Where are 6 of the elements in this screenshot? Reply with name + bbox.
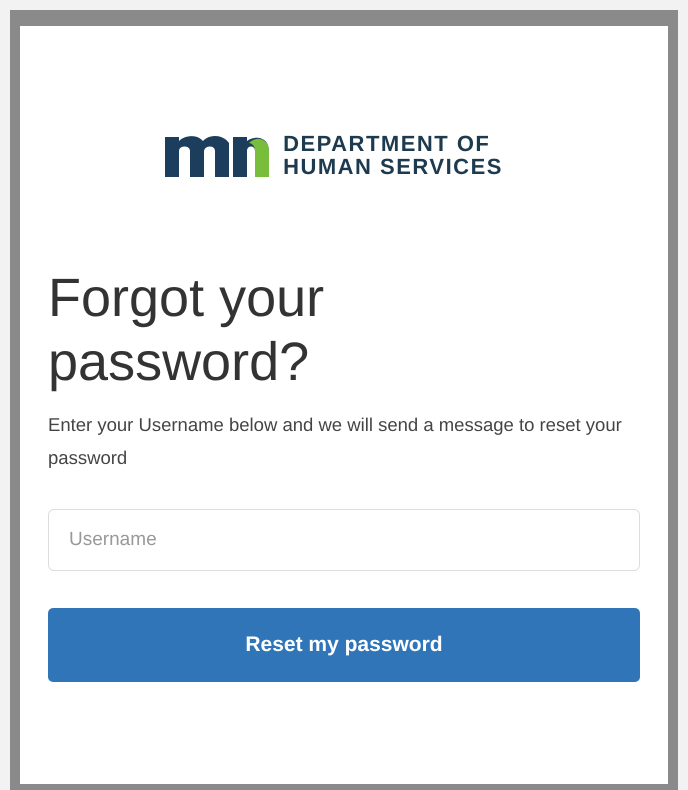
page-heading: Forgot your password?: [48, 267, 326, 394]
username-field[interactable]: Username: [48, 509, 640, 571]
reset-password-button[interactable]: Reset my password: [48, 608, 640, 682]
instructions-text: Enter your Username below and we will send a message to reset your password: [48, 413, 623, 470]
logo-text: DEPARTMENT OF HUMAN SERVICES: [283, 132, 503, 178]
logo-icon: [165, 133, 270, 177]
